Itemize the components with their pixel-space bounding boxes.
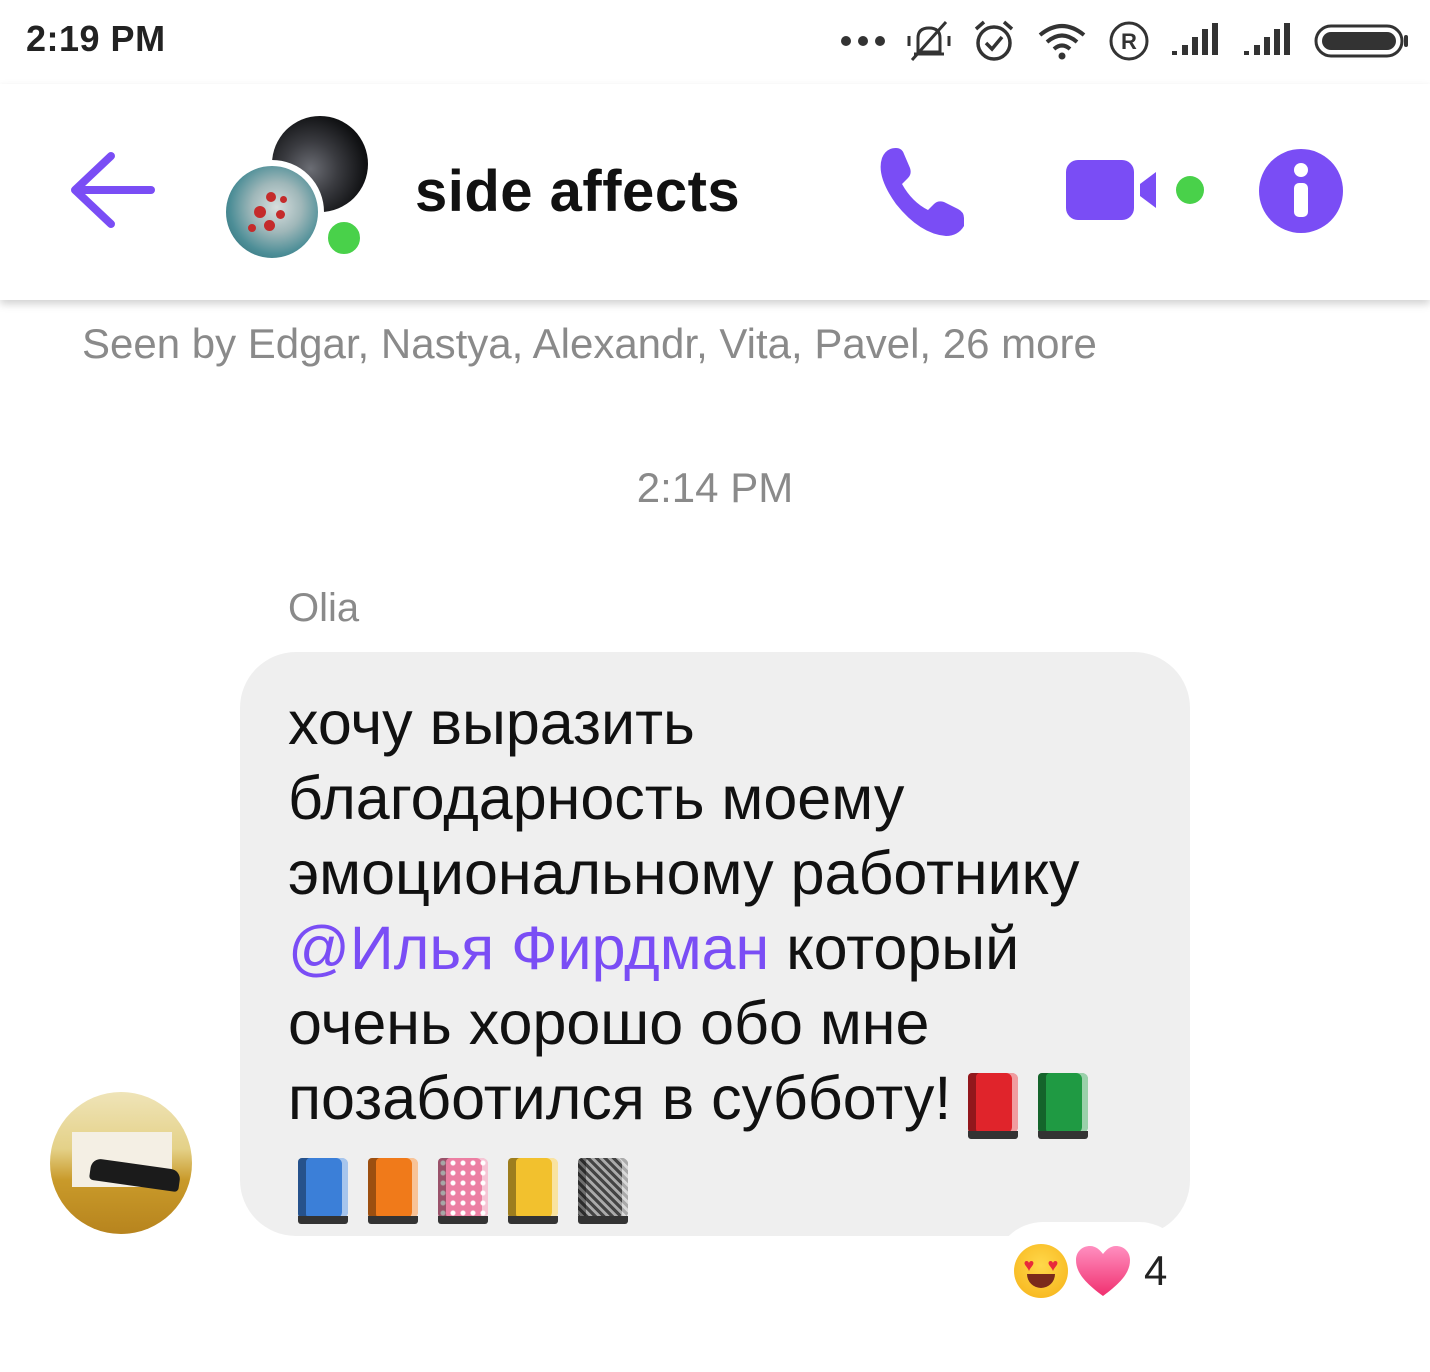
chat-header: side affects [0,84,1430,300]
message-reactions[interactable]: ♥ ♥ 4 [1000,1228,1182,1314]
user-mention-link[interactable]: @Илья Фирдман [288,914,769,982]
green-book-emoji-icon [1038,1072,1089,1139]
reaction-count: 4 [1144,1247,1168,1294]
vibrate-silent-icon [907,20,951,62]
svg-text:R: R [1121,29,1137,54]
notebook-emoji-icon [578,1157,628,1224]
book-emojis-line2 [288,1146,1190,1224]
roaming-r-icon: R [1109,21,1149,61]
signal-icon [1172,23,1218,55]
sender-name: Olia [288,586,360,630]
message-text-before-mention: хочу выразить благодарность моему эмоцио… [288,689,1080,907]
sender-avatar[interactable] [50,1092,192,1234]
status-time: 2:19 PM [26,18,166,59]
pink-heart-emoji-icon [1076,1246,1130,1296]
status-bar: 2:19 PM R [0,0,1430,84]
voice-call-button[interactable] [872,142,972,242]
wifi-icon [1038,24,1086,60]
heart-eyes-emoji-icon: ♥ ♥ [1014,1244,1068,1298]
message-timestamp: 2:14 PM [636,464,794,511]
info-button[interactable] [1256,146,1346,236]
more-dots-icon [841,36,885,46]
signal-icon [1244,23,1290,55]
back-button[interactable] [62,142,162,238]
blue-book-emoji-icon [298,1157,348,1224]
back-arrow-icon [71,152,155,228]
status-icons: R [840,16,1410,66]
message-bubble[interactable]: хочу выразить благодарность моему эмоцио… [240,652,1190,1236]
info-icon [1259,149,1343,233]
notebook-decorative-cover-emoji-icon [438,1157,488,1224]
battery-icon [1314,24,1408,58]
seen-by-status: Seen by Edgar, Nastya, Alexandr, Vita, P… [82,320,1097,367]
message-text: хочу выразить благодарность моему эмоцио… [288,686,1190,1224]
orange-book-emoji-icon [368,1157,418,1224]
phone-icon [880,148,964,236]
video-camera-icon [1066,160,1204,220]
group-avatar[interactable] [220,116,380,266]
online-status-dot [322,216,366,260]
group-avatar-front-photo [220,160,324,264]
video-call-button[interactable] [1060,150,1210,230]
chat-title[interactable]: side affects [415,158,740,225]
alarm-icon [974,20,1014,61]
ledger-emoji-icon [508,1157,558,1224]
book-emojis-line1 [968,1072,1089,1139]
closed-book-emoji-icon [968,1072,1019,1139]
